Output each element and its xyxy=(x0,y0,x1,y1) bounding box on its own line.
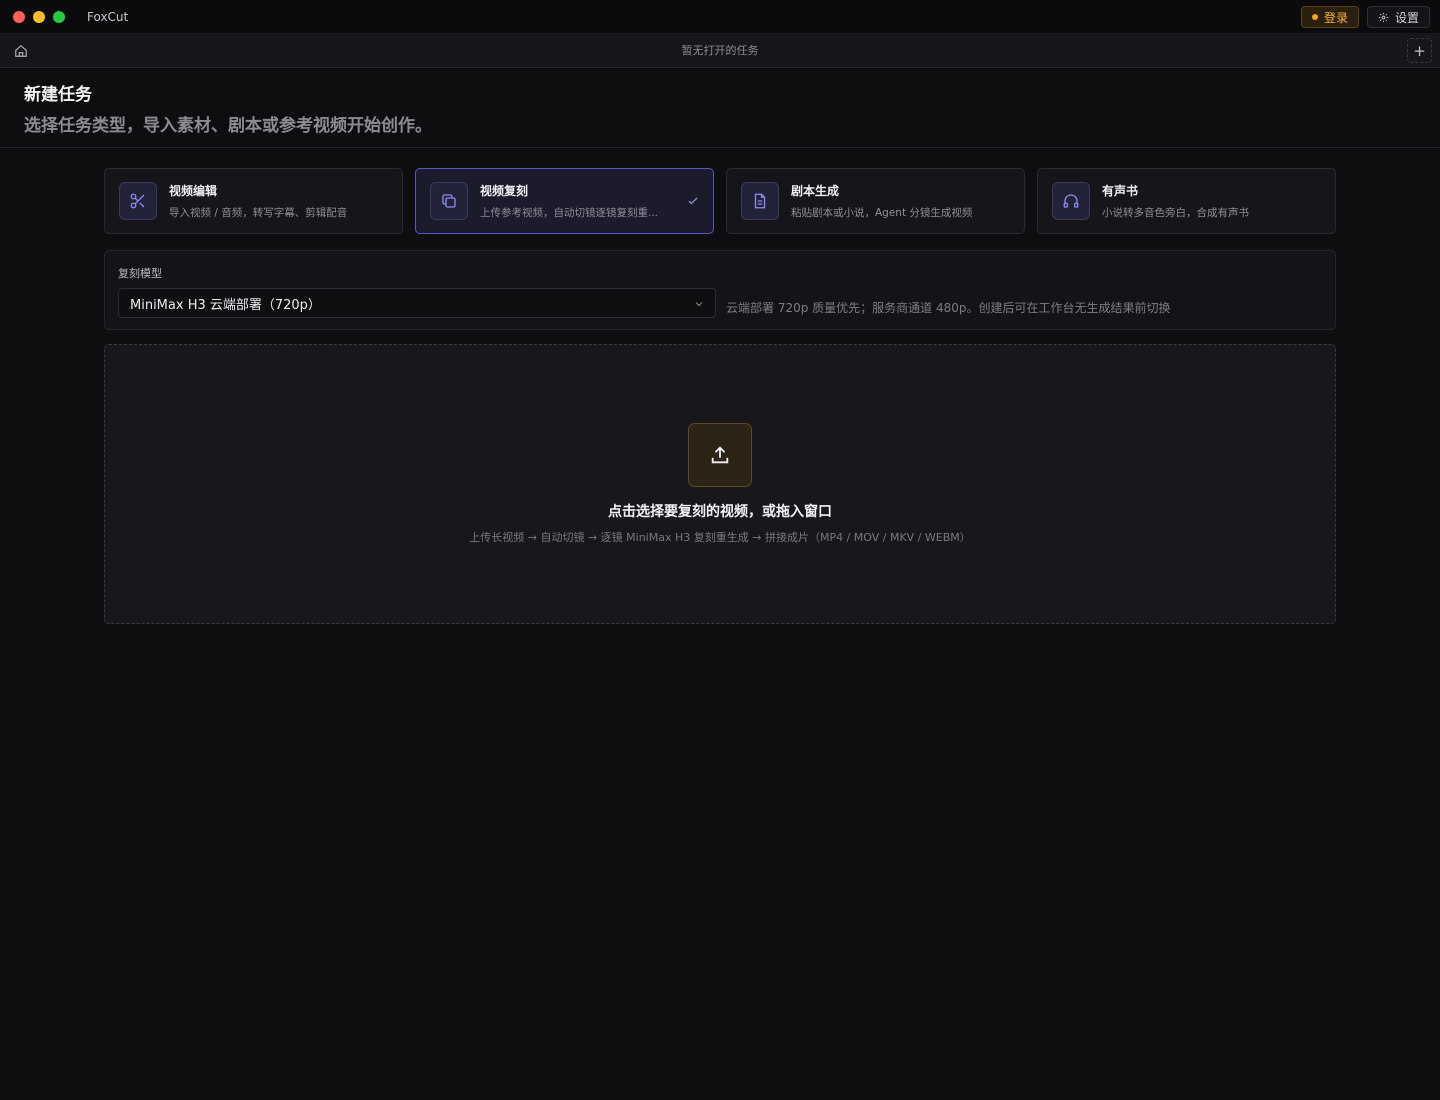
card-desc: 小说转多音色旁白，合成有声书 xyxy=(1102,207,1249,219)
app-name: FoxCut xyxy=(87,9,129,24)
headphones-icon xyxy=(1063,194,1079,208)
status-dot-icon xyxy=(1311,14,1318,20)
window-controls xyxy=(13,10,65,23)
model-select[interactable]: MiniMax H3 云端部署（720p） xyxy=(118,288,716,318)
login-label: 登录 xyxy=(1323,10,1348,25)
maximize-window-button[interactable] xyxy=(53,10,65,23)
home-icon[interactable] xyxy=(14,44,28,58)
card-title: 视频复刻 xyxy=(480,184,529,198)
chevron-down-icon xyxy=(695,302,703,307)
card-audiobook[interactable]: 有声书 小说转多音色旁白，合成有声书 xyxy=(1037,168,1336,234)
card-title: 剧本生成 xyxy=(791,184,840,198)
settings-label: 设置 xyxy=(1394,10,1419,25)
page-subtitle: 选择任务类型，导入素材、剧本或参考视频开始创作。 xyxy=(24,116,432,136)
upload-dropzone[interactable]: 点击选择要复刻的视频，或拖入窗口 上传长视频 → 自动切镜 → 逐镜 MiniM… xyxy=(104,344,1336,624)
document-icon xyxy=(754,193,766,209)
task-type-cards: 视频编辑 导入视频 / 音频，转写字幕、剪辑配音 视频复刻 上传参考视频，自动切… xyxy=(104,168,1336,234)
card-script-generate[interactable]: 剧本生成 粘贴剧本或小说，Agent 分镜生成视频 xyxy=(726,168,1025,234)
model-label: 复刻模型 xyxy=(118,267,162,280)
empty-tabs-text: 暂无打开的任务 xyxy=(681,44,759,57)
copy-icon xyxy=(442,194,456,208)
upload-button[interactable] xyxy=(688,423,752,487)
card-desc: 粘贴剧本或小说，Agent 分镜生成视频 xyxy=(791,207,973,219)
upload-icon xyxy=(711,446,729,464)
card-desc: 上传参考视频，自动切镜逐镜复刻重... xyxy=(480,207,659,219)
card-video-replicate[interactable]: 视频复刻 上传参考视频，自动切镜逐镜复刻重... xyxy=(415,168,714,234)
model-hint: 云端部署 720p 质量优先；服务商通道 480p。创建后可在工作台无生成结果前… xyxy=(726,301,1171,315)
dropzone-subtitle: 上传长视频 → 自动切镜 → 逐镜 MiniMax H3 复刻重生成 → 拼接成… xyxy=(469,531,971,544)
gear-icon xyxy=(1378,12,1389,22)
tab-bar: 暂无打开的任务 + xyxy=(0,33,1440,68)
card-desc: 导入视频 / 音频，转写字幕、剪辑配音 xyxy=(169,207,348,219)
card-video-edit[interactable]: 视频编辑 导入视频 / 音频，转写字幕、剪辑配音 xyxy=(104,168,403,234)
settings-button[interactable]: 设置 xyxy=(1366,6,1430,28)
minimize-window-button[interactable] xyxy=(33,10,45,23)
page-title: 新建任务 xyxy=(24,85,92,105)
model-selected-value: MiniMax H3 云端部署（720p） xyxy=(130,297,321,313)
close-window-button[interactable] xyxy=(13,10,25,23)
card-title: 有声书 xyxy=(1102,184,1139,198)
add-tab-button[interactable]: + xyxy=(1407,38,1432,63)
card-title: 视频编辑 xyxy=(169,184,218,198)
login-button[interactable]: 登录 xyxy=(1300,6,1359,28)
check-icon xyxy=(688,197,698,205)
dropzone-title: 点击选择要复刻的视频，或拖入窗口 xyxy=(608,504,832,520)
page-header: 新建任务 选择任务类型，导入素材、剧本或参考视频开始创作。 xyxy=(0,68,1440,148)
title-bar: FoxCut 登录 设置 xyxy=(0,0,1440,33)
model-panel: 复刻模型 MiniMax H3 云端部署（720p） 云端部署 720p 质量优… xyxy=(104,250,1336,330)
scissors-icon xyxy=(130,193,145,209)
